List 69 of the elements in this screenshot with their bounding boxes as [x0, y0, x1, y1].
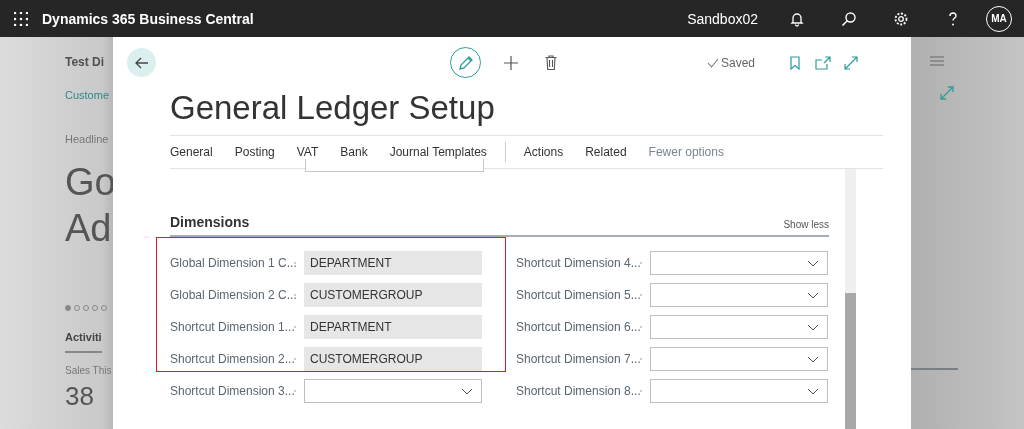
chevron-down-icon	[807, 291, 819, 299]
chevron-down-icon	[461, 387, 473, 395]
menu-icon[interactable]	[929, 53, 945, 69]
nav-tab[interactable]: VAT	[296, 145, 319, 159]
dropdown-field[interactable]	[650, 315, 828, 339]
settings-icon[interactable]	[893, 10, 909, 27]
field-label: Shortcut Dimension 3...	[170, 384, 294, 398]
arrow-left-icon	[134, 56, 149, 69]
field-label: Shortcut Dimension 1...	[170, 320, 294, 334]
edit-button[interactable]	[450, 47, 481, 78]
cue-value: 38	[65, 382, 94, 410]
readonly-field: CUSTOMERGROUP	[304, 283, 482, 307]
expand-icon[interactable]	[939, 85, 955, 101]
chevron-down-icon	[807, 259, 819, 267]
scrollbar-thumb[interactable]	[845, 293, 856, 429]
dropdown-field[interactable]	[650, 283, 828, 307]
share-button[interactable]	[815, 53, 832, 73]
scrollbar-track[interactable]	[845, 169, 856, 429]
input-field[interactable]	[305, 159, 484, 172]
expand-icon	[844, 56, 859, 70]
environment-name[interactable]: Sandbox02	[687, 10, 758, 27]
section-heading: Activiti	[65, 331, 102, 353]
field-label: Shortcut Dimension 7...	[516, 352, 640, 366]
dropdown-field[interactable]	[650, 347, 828, 371]
nav-tab[interactable]: Bank	[340, 145, 368, 159]
headline-text: Ad	[65, 206, 113, 251]
status-text: Saved	[721, 56, 756, 70]
checkmark-icon	[707, 58, 719, 68]
section-title: Dimensions	[170, 214, 250, 230]
bell-icon[interactable]	[789, 10, 805, 27]
field-label: Shortcut Dimension 8...	[516, 384, 640, 398]
dropdown-field[interactable]	[650, 379, 828, 403]
field-label: Shortcut Dimension 4...	[516, 256, 640, 270]
readonly-field: DEPARTMENT	[304, 251, 482, 275]
back-button[interactable]	[127, 48, 156, 77]
waffle-icon[interactable]	[14, 11, 28, 26]
carousel-dot[interactable]	[65, 305, 71, 311]
trash-icon	[545, 55, 557, 70]
plus-icon	[504, 55, 518, 70]
dropdown-field[interactable]	[650, 251, 828, 275]
headline-text: Go	[65, 160, 116, 205]
cue-label: Sales This	[65, 365, 112, 376]
headline-label: Headline	[65, 133, 109, 145]
expand-button[interactable]	[843, 53, 860, 73]
action-menu[interactable]: Related	[585, 145, 627, 159]
show-less-link[interactable]: Show less	[783, 219, 829, 230]
pencil-icon	[457, 54, 474, 71]
search-icon[interactable]	[841, 10, 857, 27]
field-label: Global Dimension 1 C...	[170, 256, 294, 270]
action-menu[interactable]: Actions	[523, 145, 564, 159]
chevron-down-icon	[807, 323, 819, 331]
nav-tab[interactable]: Posting	[234, 145, 275, 159]
share-icon	[815, 56, 832, 70]
dialog-title: General Ledger Setup	[170, 89, 883, 136]
chevron-down-icon	[807, 355, 819, 363]
readonly-field: DEPARTMENT	[304, 315, 482, 339]
nav-tab[interactable]: General	[170, 145, 213, 159]
field-label: Shortcut Dimension 5...	[516, 288, 640, 302]
page-title: Test Di	[65, 55, 105, 69]
options-toggle[interactable]: Fewer options	[648, 145, 724, 159]
field-label: Shortcut Dimension 6...	[516, 320, 640, 334]
field-label: Global Dimension 2 C...	[170, 288, 294, 302]
field-label: Shortcut Dimension 2...	[170, 352, 294, 366]
product-name: Dynamics 365 Business Central	[42, 10, 255, 27]
nav-tab[interactable]: Journal Templates	[389, 145, 487, 159]
bookmark-icon	[790, 56, 801, 70]
readonly-field: CUSTOMERGROUP	[304, 347, 482, 371]
dropdown-field[interactable]	[304, 379, 482, 403]
chevron-down-icon	[807, 387, 819, 395]
